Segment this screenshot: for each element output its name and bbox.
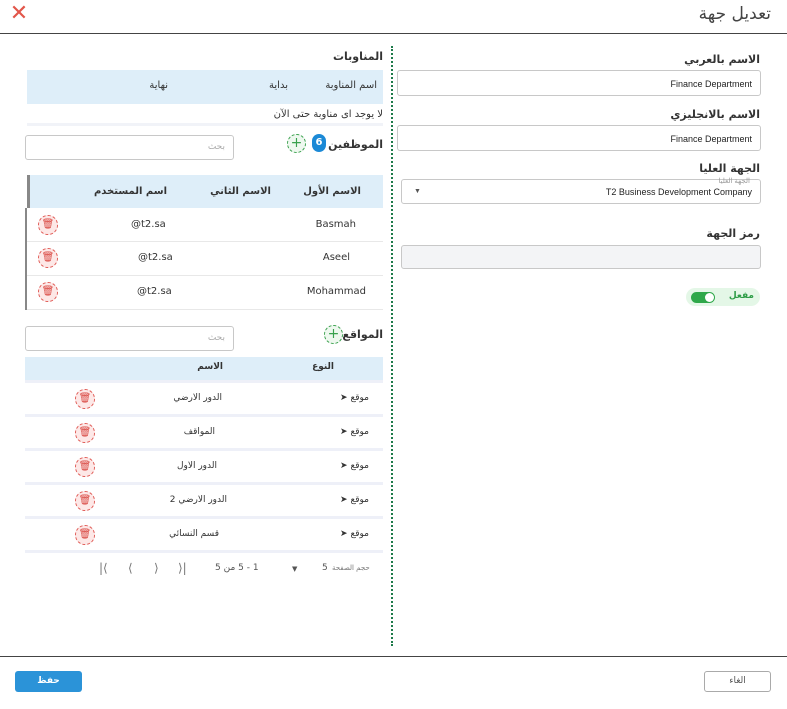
location-name: قسم النسائي <box>169 529 219 539</box>
emp-first-name: Aseel <box>322 252 350 263</box>
list-item: موقع ➤ الدور الاول 🗑 <box>25 451 383 484</box>
arabic-name-input[interactable]: Finance Department <box>397 70 761 96</box>
shifts-empty-row <box>27 123 383 126</box>
location-name: الدور الاول <box>176 461 217 471</box>
emp-first-name: Basmah <box>315 219 356 230</box>
delete-icon[interactable]: 🗑 <box>75 423 95 443</box>
loc-col-type: النوع <box>312 362 334 372</box>
add-employee-button[interactable]: + <box>287 134 306 153</box>
add-location-button[interactable]: + <box>324 325 343 344</box>
active-label: مفعل <box>728 291 754 301</box>
locations-search-input[interactable]: بحث <box>25 326 234 351</box>
chevron-down-icon: ▼ <box>414 188 421 195</box>
delete-icon[interactable]: 🗑 <box>38 215 58 235</box>
location-type: موقع ➤ <box>340 427 369 437</box>
page-size-select[interactable]: 5 ▼ <box>290 561 330 577</box>
emp-username: @t2.sa <box>137 286 172 297</box>
active-toggle[interactable]: مفعل <box>686 288 760 306</box>
shifts-table-header: اسم المناوبة بداية نهاية <box>27 70 383 104</box>
delete-icon[interactable]: 🗑 <box>38 248 58 268</box>
chevron-down-icon: ▼ <box>292 565 298 573</box>
delete-icon[interactable]: 🗑 <box>38 282 58 302</box>
delete-icon[interactable]: 🗑 <box>75 389 95 409</box>
emp-col-second: الاسم الثاني <box>210 186 271 197</box>
parent-select-value: T2 Business Development Company <box>605 187 752 197</box>
save-button[interactable]: حفظ <box>15 671 82 692</box>
emp-col-username: اسم المستخدم <box>93 186 167 197</box>
last-page-icon[interactable]: ⟩| <box>178 561 187 575</box>
page-size-value: 5 <box>322 563 328 573</box>
location-arrow-icon: ➤ <box>340 427 348 437</box>
row-separator <box>25 550 383 553</box>
dialog-title: تعديل جهة <box>698 4 771 24</box>
next-page-icon[interactable]: ⟩ <box>154 561 159 575</box>
close-icon[interactable]: ✕ <box>8 3 30 26</box>
list-item: موقع ➤ المواقف 🗑 <box>25 417 383 450</box>
location-name: المواقف <box>183 427 215 437</box>
location-arrow-icon: ➤ <box>340 461 348 471</box>
toggle-knob <box>705 293 714 302</box>
employees-title: الموظفين <box>328 138 383 151</box>
header-divider <box>0 33 787 34</box>
english-name-label: الاسم بالانجليزي <box>670 108 760 121</box>
loc-col-name: الاسم <box>197 362 223 372</box>
page-size-label: حجم الصفحة <box>332 564 370 572</box>
parent-float-label: الجهة العليا <box>718 178 750 185</box>
table-row: Aseel @t2.sa 🗑 <box>27 242 383 276</box>
parent-label: الجهة العليا <box>699 162 760 175</box>
shifts-col-start: بداية <box>269 80 288 91</box>
emp-col-first: الاسم الأول <box>303 186 361 197</box>
employees-count-badge: 6 <box>312 134 326 152</box>
location-type: موقع ➤ <box>340 461 369 471</box>
locations-table-header: النوع الاسم <box>25 357 383 380</box>
parent-select[interactable]: الجهة العليا T2 Business Development Com… <box>401 178 761 204</box>
employees-table-header: الاسم الأول الاسم الثاني اسم المستخدم <box>27 175 383 208</box>
toggle-track <box>691 292 715 303</box>
location-arrow-icon: ➤ <box>340 529 348 539</box>
code-label: رمز الجهة <box>706 227 760 240</box>
shifts-title: المناوبات <box>332 50 383 63</box>
first-page-icon[interactable]: |⟨ <box>99 561 108 575</box>
english-name-input[interactable]: Finance Department <box>397 125 761 151</box>
employees-search-input[interactable]: بحث <box>25 135 234 160</box>
emp-first-name: Mohammad <box>306 286 366 297</box>
list-item: موقع ➤ قسم النسائي 🗑 <box>25 519 383 552</box>
location-name: الدور الارضي <box>173 393 222 403</box>
location-type: موقع ➤ <box>340 495 369 505</box>
table-row: Mohammad @t2.sa 🗑 <box>27 276 383 310</box>
delete-icon[interactable]: 🗑 <box>75 491 95 511</box>
emp-username: @t2.sa <box>131 219 166 230</box>
list-item: موقع ➤ الدور الارضي 2 🗑 <box>25 485 383 518</box>
column-divider <box>391 46 393 646</box>
arabic-name-label: الاسم بالعربي <box>684 53 760 66</box>
cancel-button[interactable]: الغاء <box>704 671 771 692</box>
footer-divider <box>0 656 787 657</box>
code-input[interactable] <box>401 245 761 269</box>
emp-username: @t2.sa <box>138 252 173 263</box>
delete-icon[interactable]: 🗑 <box>75 525 95 545</box>
list-item: موقع ➤ الدور الارضي 🗑 <box>25 383 383 416</box>
location-arrow-icon: ➤ <box>340 393 348 403</box>
location-arrow-icon: ➤ <box>340 495 348 505</box>
delete-icon[interactable]: 🗑 <box>75 457 95 477</box>
location-type: موقع ➤ <box>340 393 369 403</box>
prev-page-icon[interactable]: ⟨ <box>128 561 133 575</box>
location-type: موقع ➤ <box>340 529 369 539</box>
locations-title: المواقع <box>342 328 383 341</box>
shifts-col-name: اسم المناوبة <box>325 80 377 91</box>
shifts-empty-text: لا يوجد اى مناوبة حتى الآن <box>273 109 383 120</box>
page-range: 1 - 5 من 5 <box>215 563 259 573</box>
location-name: الدور الارضي 2 <box>169 495 227 505</box>
shifts-col-end: نهاية <box>149 80 168 91</box>
table-row: Basmah @t2.sa 🗑 <box>27 208 383 242</box>
